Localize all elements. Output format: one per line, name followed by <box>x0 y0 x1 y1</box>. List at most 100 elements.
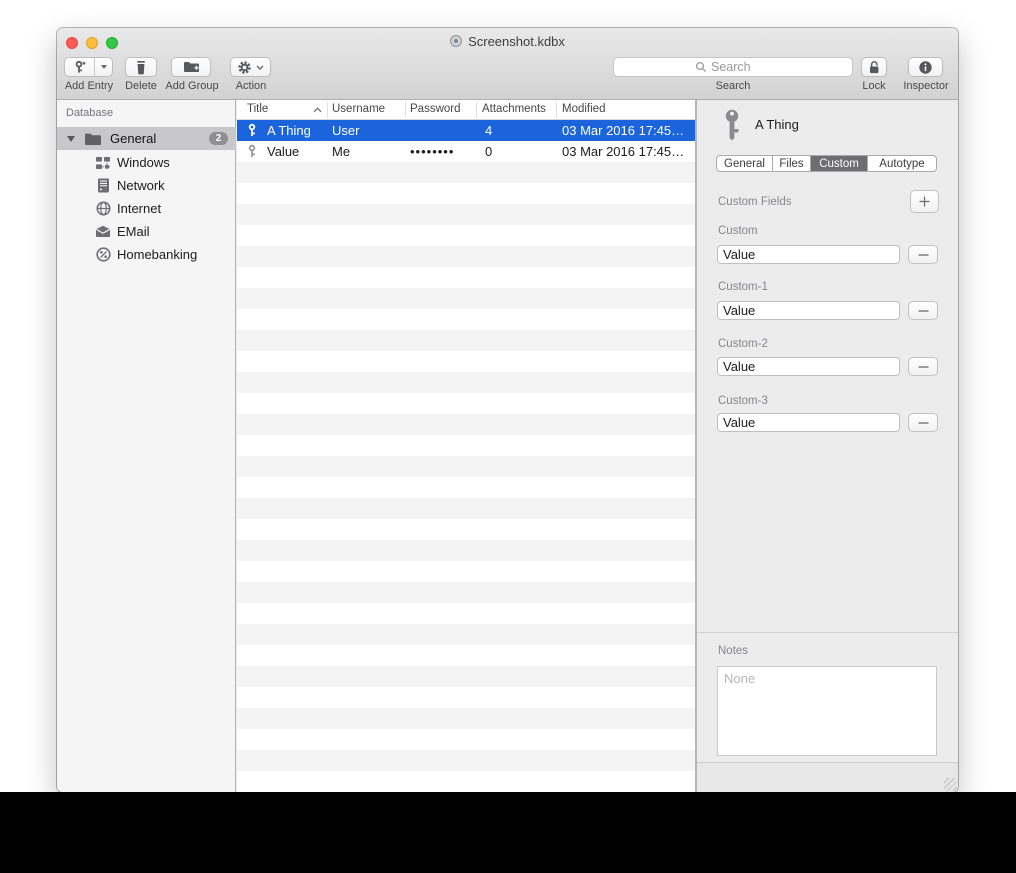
tab-general[interactable]: General <box>717 156 773 171</box>
sidebar-item-network[interactable]: Network <box>57 174 236 197</box>
content-area: Database General 2 <box>57 100 958 792</box>
minus-icon <box>918 366 929 368</box>
cell-attachments: 4 <box>485 123 492 138</box>
column-header-modified[interactable]: Modified <box>562 103 605 115</box>
cell-modified: 03 Mar 2016 17:45… <box>562 144 684 159</box>
envelope-icon <box>95 224 111 240</box>
trash-icon <box>134 60 148 75</box>
entry-table: Title Username Password Attachments Modi… <box>237 100 695 792</box>
action-button[interactable] <box>230 57 271 77</box>
titlebar: Screenshot.kdbx <box>57 32 958 50</box>
search-input[interactable] <box>711 60 771 74</box>
table-header: Title Username Password Attachments Modi… <box>237 100 695 120</box>
key-icon <box>245 144 260 159</box>
key-plus-icon <box>65 60 94 75</box>
lock-label: Lock <box>851 80 897 93</box>
disclosure-triangle-icon[interactable] <box>67 136 75 142</box>
folder-plus-icon <box>183 60 200 74</box>
key-icon <box>245 123 260 138</box>
search-label: Search <box>613 80 853 93</box>
field-label: Custom-1 <box>718 281 768 293</box>
entry-title: A Thing <box>755 117 799 132</box>
remove-custom-field-button[interactable] <box>908 245 938 264</box>
window-title: Screenshot.kdbx <box>468 34 565 49</box>
search-icon <box>695 61 707 73</box>
tab-files[interactable]: Files <box>773 156 811 171</box>
entry-count-badge: 2 <box>209 132 228 145</box>
tab-autotype[interactable]: Autotype <box>868 156 936 171</box>
cell-password: •••••••• <box>410 144 454 159</box>
window-chrome: Screenshot.kdbx Add Entry <box>57 28 958 100</box>
sidebar-item-general[interactable]: General 2 <box>57 127 236 150</box>
minus-icon <box>918 254 929 256</box>
info-icon <box>918 60 933 75</box>
sidebar-item-homebanking[interactable]: Homebanking <box>57 243 236 266</box>
section-divider <box>697 632 958 633</box>
field-label: Custom-3 <box>718 395 768 407</box>
custom-fields-heading: Custom Fields <box>718 196 792 208</box>
search-field[interactable] <box>613 57 853 77</box>
add-entry-button[interactable] <box>64 57 113 77</box>
cell-attachments: 0 <box>485 144 492 159</box>
inspector-label: Inspector <box>895 80 957 93</box>
delete-button[interactable] <box>125 57 157 77</box>
cell-username: User <box>332 123 359 138</box>
minus-icon <box>918 310 929 312</box>
add-entry-label: Add Entry <box>61 80 117 93</box>
gear-icon <box>237 60 252 75</box>
inspector-button[interactable] <box>908 57 943 77</box>
group-label: Homebanking <box>117 247 197 262</box>
table-empty-rows <box>237 162 695 792</box>
windows-network-icon <box>95 155 111 171</box>
group-label: General <box>110 131 156 146</box>
cell-username: Me <box>332 144 350 159</box>
table-row[interactable]: A Thing User 4 03 Mar 2016 17:45… <box>237 120 695 141</box>
unlocked-padlock-icon <box>867 60 881 75</box>
custom-field-input[interactable] <box>717 357 900 376</box>
chevron-down-icon <box>256 65 264 70</box>
column-header-username[interactable]: Username <box>332 103 385 115</box>
add-group-label: Add Group <box>164 80 220 93</box>
column-header-title[interactable]: Title <box>247 103 268 115</box>
sidebar-item-email[interactable]: EMail <box>57 220 236 243</box>
action-label: Action <box>231 80 271 93</box>
add-custom-field-button[interactable] <box>910 190 939 213</box>
group-sidebar: Database General 2 <box>57 100 236 792</box>
group-label: Windows <box>117 155 170 170</box>
column-header-password[interactable]: Password <box>410 103 461 115</box>
remove-custom-field-button[interactable] <box>908 357 938 376</box>
add-entry-dropdown[interactable] <box>95 65 112 69</box>
sidebar-item-windows[interactable]: Windows <box>57 151 236 174</box>
column-header-attachments[interactable]: Attachments <box>482 103 546 115</box>
remove-custom-field-button[interactable] <box>908 301 938 320</box>
custom-field-input[interactable] <box>717 245 900 264</box>
percent-circle-icon <box>95 247 111 263</box>
delete-label: Delete <box>121 80 161 93</box>
chevron-down-icon <box>101 65 107 69</box>
sidebar-item-internet[interactable]: Internet <box>57 197 236 220</box>
group-label: Internet <box>117 201 161 216</box>
table-row[interactable]: Value Me •••••••• 0 03 Mar 2016 17:45… <box>237 141 695 162</box>
macpass-window: Screenshot.kdbx Add Entry <box>57 28 958 792</box>
field-label: Custom-2 <box>718 338 768 350</box>
remove-custom-field-button[interactable] <box>908 413 938 432</box>
inspector-tab-bar: General Files Custom Autotype <box>716 155 937 172</box>
add-group-button[interactable] <box>171 57 211 77</box>
notes-textarea[interactable] <box>717 666 937 756</box>
desktop-black-band <box>0 792 1016 873</box>
custom-field-input[interactable] <box>717 301 900 320</box>
globe-icon <box>95 201 111 217</box>
inspector-bottom-bar <box>697 762 958 792</box>
notes-heading: Notes <box>718 645 748 657</box>
group-label: Network <box>117 178 165 193</box>
entry-key-icon <box>722 108 742 141</box>
lock-button[interactable] <box>861 57 887 77</box>
plus-icon <box>919 196 930 207</box>
document-proxy-icon <box>450 35 462 47</box>
resize-grip[interactable] <box>944 778 957 791</box>
folder-icon <box>84 132 102 146</box>
tab-custom[interactable]: Custom <box>811 156 868 171</box>
custom-field-input[interactable] <box>717 413 900 432</box>
cell-title: Value <box>267 144 299 159</box>
database-section-header: Database <box>66 107 113 119</box>
